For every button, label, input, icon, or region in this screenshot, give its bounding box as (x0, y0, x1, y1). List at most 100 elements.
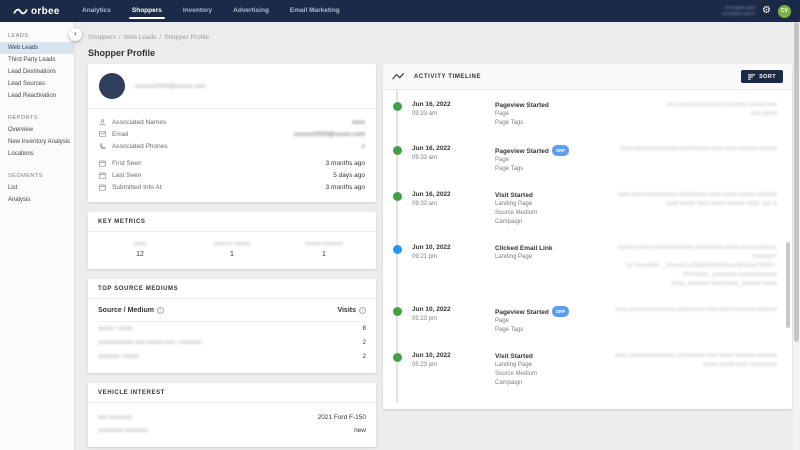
sidebar-item-lead-reactivation[interactable]: Lead Reactivation (0, 90, 74, 102)
row-label: Last Seen (112, 172, 141, 179)
sort-button[interactable]: SORT (741, 70, 783, 83)
user-info-line2: xx xxxxxx xxxx x (722, 11, 755, 17)
event-dot-blue (393, 245, 402, 254)
event-title: Pageview Started (495, 101, 607, 110)
event-field: Campaign (495, 218, 607, 227)
main-nav: Analytics Shoppers Inventory Advertising… (82, 0, 340, 22)
settings-gear-icon[interactable]: ⚙ (762, 6, 771, 16)
page-scrollbar[interactable] (793, 22, 800, 450)
logo-text: orbee (31, 6, 60, 17)
event-field: Page Tags (495, 326, 607, 335)
event-dot-green (393, 102, 402, 111)
vehicle-interest-label: xxxxxxxx xxxxxxx (98, 427, 149, 434)
page-scrollbar-thumb[interactable] (794, 22, 799, 342)
sidebar-item-analysis[interactable]: Analysis (0, 194, 74, 206)
user-avatar[interactable]: CV (778, 5, 791, 18)
timeline-entry: Jun 10, 2022 09:21 pm Clicked Email Link… (383, 244, 792, 289)
source-medium-value: xxxxxxxxxxxx.xxx.xxxxxx.xxx / xxxxxxx (98, 340, 201, 346)
left-sidebar: LEADS Web Leads Third Party Leads Lead D… (0, 22, 75, 450)
shopper-profile-card: xxxxxx0000@xxxxx.com Associated Names xx… (88, 64, 376, 202)
wave-logo-icon (13, 7, 28, 16)
source-medium-row: xxxxxxx / xxxxx 2 (98, 350, 366, 364)
visits-value: 2 (363, 340, 366, 346)
event-date: Jun 16, 2022 (412, 191, 495, 198)
sort-button-label: SORT (759, 74, 776, 80)
key-metrics-title: KEY METRICS (88, 212, 376, 232)
profile-column: xxxxxx0000@xxxxx.com Associated Names xx… (88, 64, 376, 450)
event-date: Jun 10, 2022 (412, 352, 495, 359)
phone-icon (99, 143, 107, 150)
vehicle-interest-row: xxx xxxxxxx 2021 Ford F-150 (98, 411, 366, 424)
visits-value: 2 (363, 354, 366, 360)
nav-tab-inventory[interactable]: Inventory (183, 0, 212, 22)
timeline-list: Jun 16, 2022 09:33 am Pageview Started P… (383, 90, 792, 409)
row-value: 3 months ago (326, 184, 365, 191)
event-field: Page (495, 317, 607, 326)
event-title: Pageview StartedSRP (495, 306, 607, 317)
timeline-entry: Jun 10, 2022 05:23 pm Pageview StartedSR… (383, 306, 792, 335)
top-source-mediums-card: TOP SOURCE MEDIUMS Source / Medium ? Vis… (88, 279, 376, 373)
sidebar-item-new-inventory-analysis[interactable]: New Inventory Analysis (0, 136, 74, 148)
event-field: Landing Page (495, 361, 607, 370)
nav-tab-advertising[interactable]: Advertising (233, 0, 269, 22)
source-medium-row: xxxxxxxxxxxx.xxx.xxxxxx.xxx / xxxxxxx 2 (98, 336, 366, 350)
source-medium-value: xxxxxxx / xxxxx (98, 354, 139, 360)
help-icon[interactable]: ? (157, 307, 164, 314)
row-label: Associated Phones (112, 143, 168, 150)
sidebar-item-overview[interactable]: Overview (0, 124, 74, 136)
sidebar-item-lead-destinations[interactable]: Lead Destinations (0, 66, 74, 78)
sidebar-item-locations[interactable]: Locations (0, 148, 74, 160)
vehicle-interest-card: VEHICLE INTEREST xxx xxxxxxx 2021 Ford F… (88, 383, 376, 447)
event-dot-green (393, 307, 402, 316)
metric-label: xxxxx (94, 241, 186, 247)
shopper-email: xxxxxx0000@xxxxx.com (135, 83, 206, 90)
visits-value: 8 (363, 326, 366, 332)
orbee-logo[interactable]: orbee (0, 6, 72, 17)
vehicle-interest-row: xxxxxxxx xxxxxxx new (98, 424, 366, 437)
main-content: Shoppers/Web Leads/Shopper Profile Shopp… (76, 22, 800, 450)
metric-label: xxxxxxx xxxxxx (186, 241, 278, 247)
event-date: Jun 16, 2022 (412, 145, 495, 152)
calendar-icon (99, 160, 107, 167)
column-header-source-medium: Source / Medium (98, 307, 154, 314)
metric-item: xxxxxx xxxxxxx 1 (278, 241, 370, 258)
help-icon[interactable]: ? (359, 307, 366, 314)
row-label: Submitted Info At (112, 184, 162, 191)
sidebar-item-lead-sources[interactable]: Lead Sources (0, 78, 74, 90)
shopper-avatar (99, 73, 125, 99)
row-associated-phones: Associated Phones x (99, 140, 365, 152)
event-dot-green (393, 353, 402, 362)
nav-tab-email-marketing[interactable]: Email Marketing (290, 0, 340, 22)
metric-label: xxxxxx xxxxxxx (278, 241, 370, 247)
sidebar-item-list[interactable]: List (0, 182, 74, 194)
metric-item: xxxxx 12 (94, 241, 186, 258)
timeline-entry: Jun 16, 2022 09:33 am Pageview Started P… (383, 101, 792, 128)
event-date: Jun 10, 2022 (412, 244, 495, 251)
timeline-scrollbar-thumb[interactable] (786, 242, 790, 328)
envelope-icon (99, 131, 107, 137)
event-date: Jun 10, 2022 (412, 306, 495, 313)
sidebar-item-web-leads[interactable]: Web Leads (0, 42, 74, 54)
nav-tab-analytics[interactable]: Analytics (82, 0, 111, 22)
event-detail-text: xxxx.xxxxxxxxxxxxxxx.xxx/xxx-xxxxxx-xxx … (607, 101, 792, 128)
sort-icon (748, 74, 755, 80)
row-label: First Seen (112, 160, 142, 167)
event-field: Page (495, 156, 607, 165)
source-medium-row: xxxxx / xxxxx 8 (98, 322, 366, 336)
breadcrumb-web-leads[interactable]: Web Leads (124, 34, 157, 41)
nav-tab-shoppers[interactable]: Shoppers (132, 0, 162, 22)
purchase-interest-value: new (354, 427, 366, 434)
person-icon (99, 119, 107, 126)
event-title: Visit Started (495, 191, 607, 200)
event-field: Page Tags (495, 119, 607, 128)
activity-timeline-title: ACTIVITY TIMELINE (414, 74, 481, 80)
event-title: Visit Started (495, 352, 607, 361)
timeline-entry: Jun 16, 2022 09:33 am Visit Started Land… (383, 191, 792, 227)
sidebar-collapse-button[interactable]: ‹ (69, 28, 82, 41)
event-dot-green (393, 192, 402, 201)
user-account-info: xx xxxxxx xxxx xx xxxxxx xxxx x (722, 5, 755, 17)
breadcrumb-shoppers[interactable]: Shoppers (88, 34, 116, 41)
sidebar-item-third-party-leads[interactable]: Third Party Leads (0, 54, 74, 66)
row-first-seen: First Seen 3 months ago (99, 157, 365, 169)
event-field: Source Medium (495, 370, 607, 379)
